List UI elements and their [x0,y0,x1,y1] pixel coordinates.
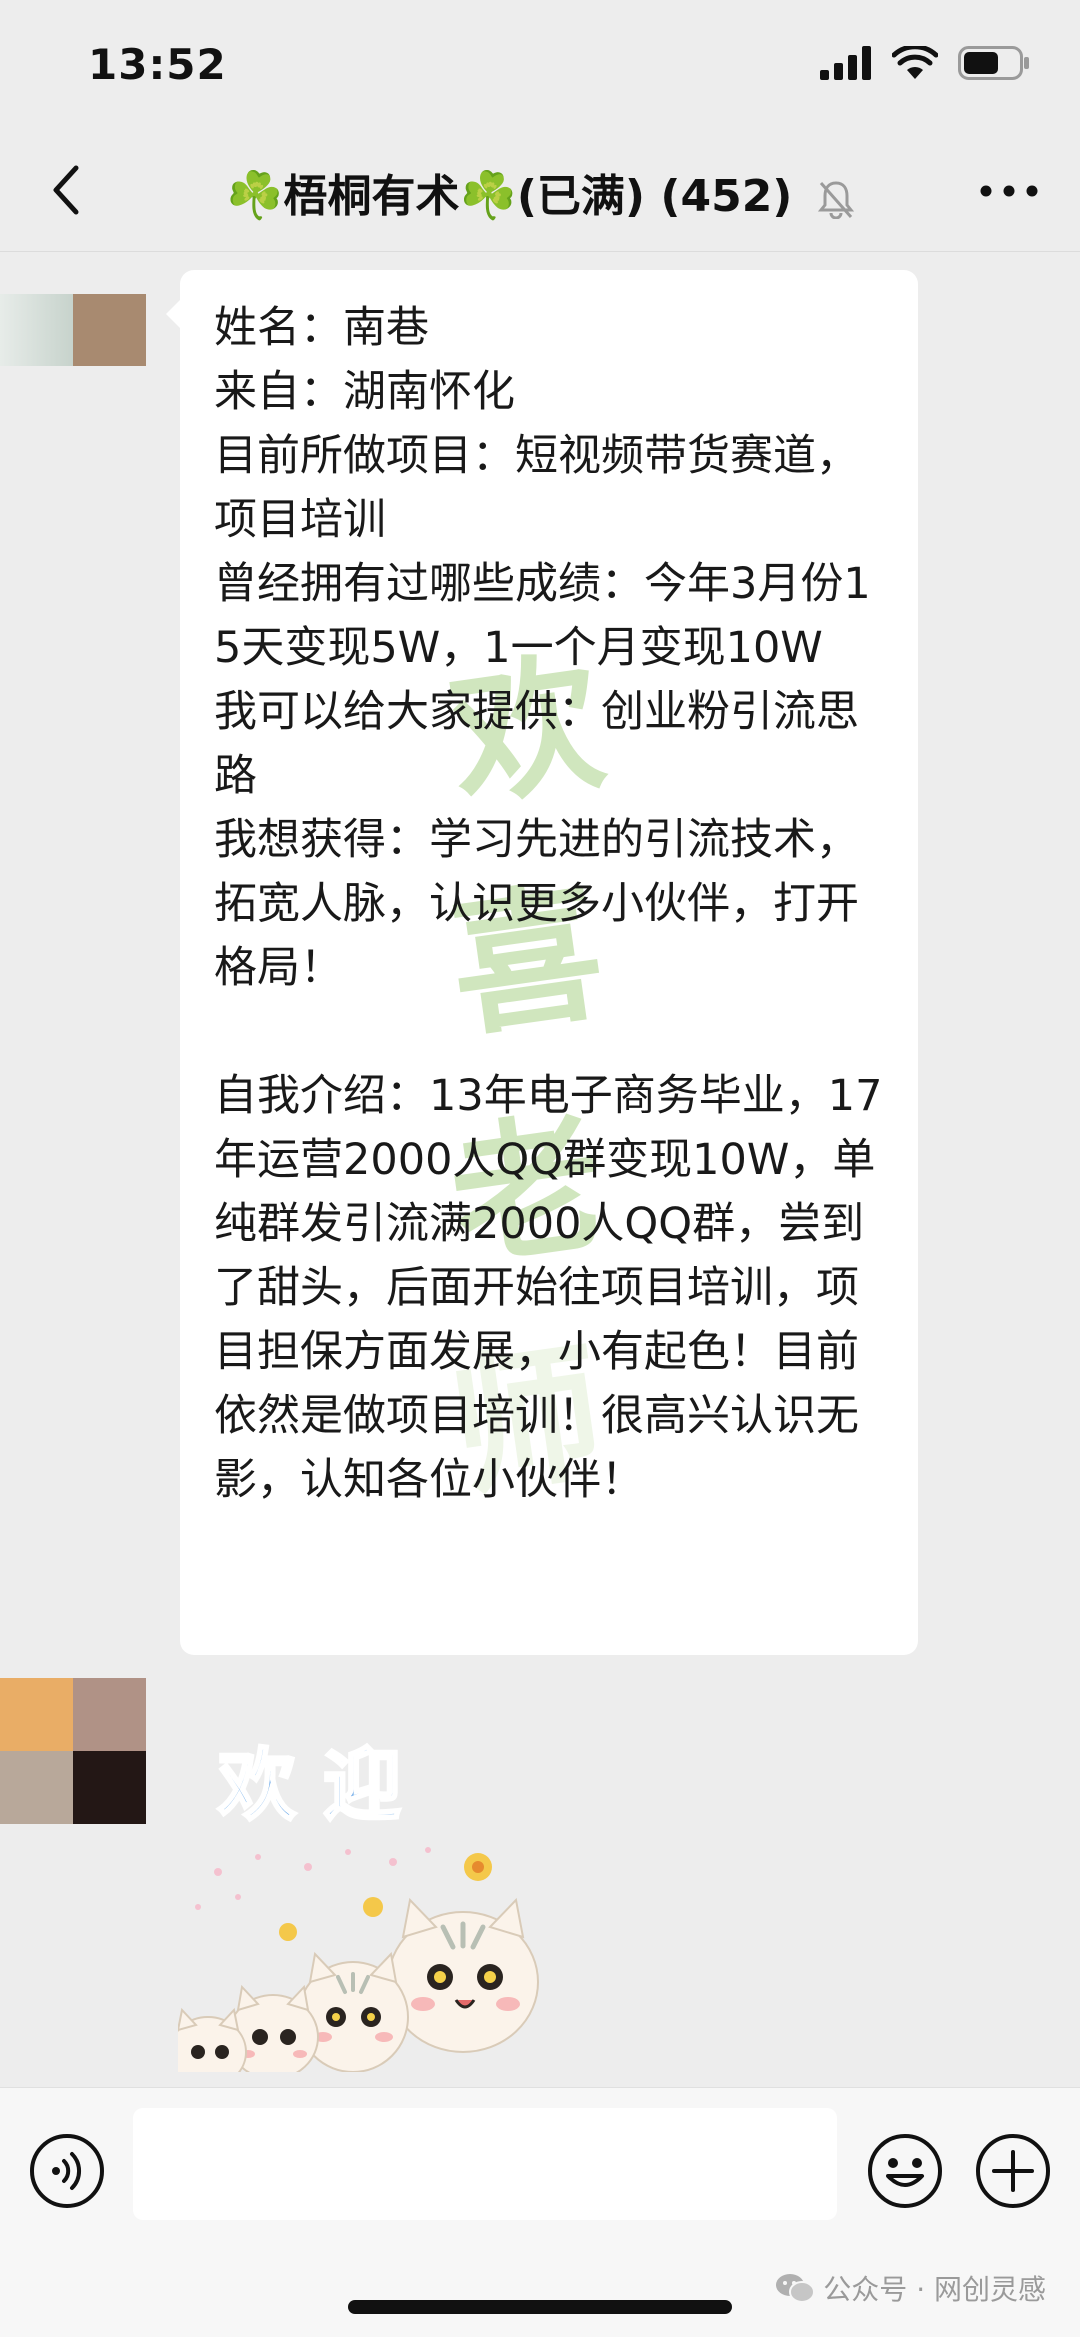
message-text: 姓名：南巷 来自：湖南怀化 目前所做项目：短视频带货赛道，项目培训 曾经拥有过哪… [214,303,883,1505]
avatar-tile [0,1751,73,1824]
signal-icon [820,46,871,80]
footer-watermark-text: 公众号 · 网创灵感 [823,2273,1046,2306]
avatar[interactable] [0,1678,146,1824]
message-input[interactable] [133,2108,837,2220]
status-bar: 13:52 [0,0,1080,130]
wechat-logo-icon [776,2274,816,2303]
chat-messages[interactable]: 欢 喜 老 师 姓名：南巷 来自：湖南怀化 目前所做项目：短视频带货赛道，项目培… [0,252,1080,2087]
mute-bell-icon [817,181,854,219]
chat-header: ☘️梧桐有术☘️(已满) (452) [0,130,1080,252]
emoji-icon[interactable] [866,2132,944,2210]
more-options-icon[interactable] [974,166,1044,216]
voice-input-icon[interactable] [28,2132,106,2210]
message-bubble[interactable]: 欢 喜 老 师 姓名：南巷 来自：湖南怀化 目前所做项目：短视频带货赛道，项目培… [166,270,918,1655]
group-status: (已满) (452) [516,171,793,222]
welcome-cat-sticker[interactable]: 欢 迎 [178,1732,548,2072]
battery-icon [958,46,1029,80]
avatar-tile [0,1678,73,1751]
avatar-tile [73,294,146,366]
plus-icon[interactable] [974,2132,1052,2210]
clover-icon-left: ☘️ [226,168,284,222]
avatar-tile [73,1678,146,1751]
status-icons [820,46,1030,80]
footer-watermark: 公众号 · 网创灵感 [775,2268,1046,2308]
clover-icon-right: ☘️ [459,168,517,222]
sticker-text: 欢 迎 [217,1741,401,1831]
avatar-tile [73,1751,146,1824]
group-name: 梧桐有术 [283,171,460,222]
avatar[interactable] [0,294,146,366]
avatar-tile [0,294,73,366]
wifi-icon [892,46,938,79]
home-indicator[interactable] [348,2300,732,2314]
group-title[interactable]: ☘️梧桐有术☘️(已满) (452) [0,160,1080,224]
status-time: 13:52 [88,40,227,89]
